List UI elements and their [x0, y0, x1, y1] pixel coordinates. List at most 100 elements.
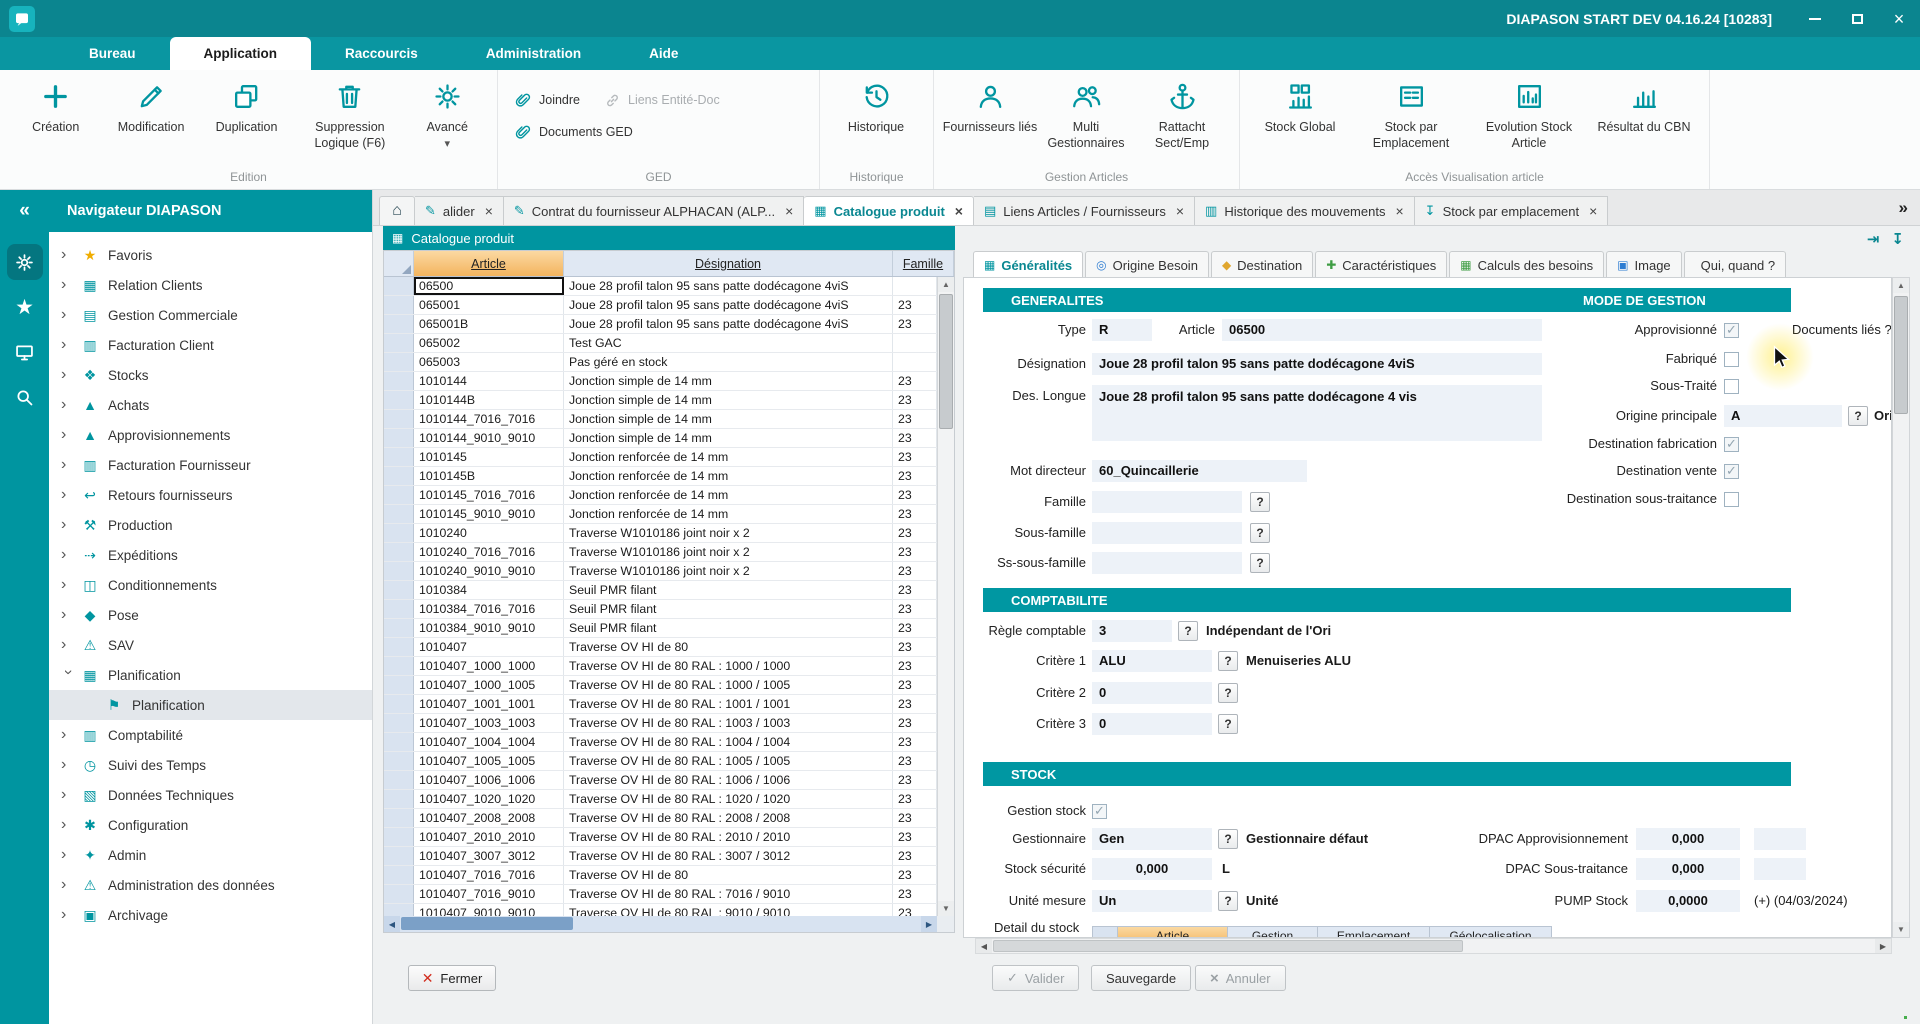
designation-cell[interactable]: Traverse OV HI de 80 RAL : 1003 / 1003 — [564, 714, 893, 732]
designation-cell[interactable]: Traverse OV HI de 80 RAL : 2010 / 2010 — [564, 828, 893, 846]
duplication-button[interactable]: Duplication — [199, 74, 294, 162]
article-cell[interactable]: 1010144_7016_7016 — [414, 410, 564, 428]
article-cell[interactable]: 06500 — [414, 277, 564, 295]
scrollbar-thumb[interactable] — [939, 294, 953, 429]
famille-cell[interactable] — [893, 353, 937, 371]
rail-settings-button[interactable] — [7, 244, 43, 280]
resultat-cbn-button[interactable]: Résultat du CBN — [1588, 74, 1700, 162]
designation-cell[interactable]: Jonction renforcée de 14 mm — [564, 448, 893, 466]
creation-button[interactable]: Création — [8, 74, 103, 162]
article-cell[interactable]: 1010240_9010_9010 — [414, 562, 564, 580]
row-selector-cell[interactable] — [384, 391, 414, 409]
sous-famille-lookup-button[interactable]: ? — [1250, 523, 1270, 543]
table-row[interactable]: 1010407_1003_1003 Traverse OV HI de 80 R… — [384, 714, 937, 733]
scroll-left-arrow[interactable] — [384, 916, 400, 932]
historique-button[interactable]: Historique — [828, 74, 924, 162]
article-cell[interactable]: 1010407_2008_2008 — [414, 809, 564, 827]
row-selector-cell[interactable] — [384, 467, 414, 485]
famille-cell[interactable]: 23 — [893, 809, 937, 827]
designation-cell[interactable]: Traverse W1010186 joint noir x 2 — [564, 524, 893, 542]
table-row[interactable]: 1010384_7016_7016 Seuil PMR filant 23 — [384, 600, 937, 619]
row-selector-cell[interactable] — [384, 828, 414, 846]
table-row[interactable]: 065001 Joue 28 profil talon 95 sans patt… — [384, 296, 937, 315]
designation-cell[interactable]: Seuil PMR filant — [564, 619, 893, 637]
famille-cell[interactable]: 23 — [893, 866, 937, 884]
designation-cell[interactable]: Traverse W1010186 joint noir x 2 — [564, 543, 893, 561]
famille-cell[interactable]: 23 — [893, 448, 937, 466]
row-selector-cell[interactable] — [384, 486, 414, 504]
designation-cell[interactable]: Jonction simple de 14 mm — [564, 391, 893, 409]
suppression-button[interactable]: Suppression Logique (F6) — [294, 74, 405, 162]
row-selector-cell[interactable] — [384, 771, 414, 789]
article-cell[interactable]: 1010145B — [414, 467, 564, 485]
designation-cell[interactable]: Jonction simple de 14 mm — [564, 429, 893, 447]
chevron-right-icon[interactable] — [60, 670, 76, 684]
gestionnaire-lookup-button[interactable]: ? — [1218, 829, 1238, 849]
famille-cell[interactable] — [893, 277, 937, 295]
column-header-article[interactable]: Article — [414, 251, 564, 276]
origine-lookup-button[interactable]: ? — [1848, 406, 1868, 426]
article-cell[interactable]: 065002 — [414, 334, 564, 352]
designation-cell[interactable]: Joue 28 profil talon 95 sans patte dodéc… — [564, 296, 893, 314]
stock-detail-header-article[interactable]: Article — [1118, 926, 1228, 938]
row-selector-cell[interactable] — [384, 866, 414, 884]
sidebar-item[interactable]: ▥ Facturation Fournisseur — [49, 450, 372, 480]
scrollbar-thumb[interactable] — [401, 917, 573, 930]
designation-cell[interactable]: Traverse OV HI de 80 RAL : 1001 / 1001 — [564, 695, 893, 713]
chevron-right-icon[interactable] — [61, 367, 75, 383]
sidebar-item[interactable]: ⚠ SAV — [49, 630, 372, 660]
chevron-right-icon[interactable] — [61, 307, 75, 323]
table-row[interactable]: 1010407_1000_1000 Traverse OV HI de 80 R… — [384, 657, 937, 676]
chevron-right-icon[interactable] — [61, 757, 75, 773]
table-row[interactable]: 1010407_1000_1005 Traverse OV HI de 80 R… — [384, 676, 937, 695]
table-row[interactable]: 1010145_9010_9010 Jonction renforcée de … — [384, 505, 937, 524]
sidebar-item[interactable]: ▥ Facturation Client — [49, 330, 372, 360]
destination-sous-traitance-checkbox[interactable] — [1724, 492, 1739, 507]
famille-cell[interactable]: 23 — [893, 714, 937, 732]
scrollbar-thumb[interactable] — [1894, 296, 1908, 414]
row-selector-cell[interactable] — [384, 619, 414, 637]
row-selector-cell[interactable] — [384, 505, 414, 523]
famille-cell[interactable]: 23 — [893, 752, 937, 770]
famille-cell[interactable]: 23 — [893, 562, 937, 580]
table-row[interactable]: 1010407_1005_1005 Traverse OV HI de 80 R… — [384, 752, 937, 771]
row-selector-cell[interactable] — [384, 638, 414, 656]
row-selector-cell[interactable] — [384, 904, 414, 916]
article-cell[interactable]: 1010407_3007_3012 — [414, 847, 564, 865]
destination-fabrication-checkbox[interactable] — [1724, 437, 1739, 452]
minimize-button[interactable] — [1794, 0, 1836, 37]
fournisseurs-lies-button[interactable]: Fournisseurs liés — [942, 74, 1038, 162]
sidebar-item[interactable]: ★ Favoris — [49, 240, 372, 270]
designation-cell[interactable]: Joue 28 profil talon 95 sans patte dodéc… — [564, 315, 893, 333]
stock-detail-header-emplacement[interactable]: Emplacement — [1318, 926, 1430, 938]
chevron-right-icon[interactable] — [61, 607, 75, 623]
ss-sous-famille-field[interactable] — [1092, 552, 1242, 574]
table-row[interactable]: 1010407 Traverse OV HI de 80 23 — [384, 638, 937, 657]
critere2-lookup-button[interactable]: ? — [1218, 683, 1238, 703]
chevron-right-icon[interactable] — [61, 817, 75, 833]
sidebar-item[interactable]: ▲ Approvisionnements — [49, 420, 372, 450]
document-tab[interactable]: ▦ Catalogue produit — [804, 196, 974, 225]
scroll-down-arrow[interactable] — [938, 901, 954, 916]
table-row[interactable]: 1010407_7016_7016 Traverse OV HI de 80 2… — [384, 866, 937, 885]
pin-panel-icon[interactable]: ⇥ — [1867, 230, 1880, 248]
rail-desktop-button[interactable] — [7, 334, 43, 370]
table-row[interactable]: 065002 Test GAC — [384, 334, 937, 353]
scroll-left-arrow[interactable] — [976, 939, 992, 953]
row-selector-cell[interactable] — [384, 847, 414, 865]
famille-cell[interactable]: 23 — [893, 505, 937, 523]
tab-overflow-chevron[interactable]: » — [1899, 198, 1908, 218]
resize-grip[interactable] — [1904, 1008, 1916, 1020]
famille-cell[interactable] — [893, 334, 937, 352]
designation-cell[interactable]: Traverse OV HI de 80 RAL : 1004 / 1004 — [564, 733, 893, 751]
designation-cell[interactable]: Traverse W1010186 joint noir x 2 — [564, 562, 893, 580]
detail-horizontal-scrollbar[interactable] — [975, 938, 1892, 954]
sidebar-item[interactable]: ▥ Comptabilité — [49, 720, 372, 750]
column-header-designation[interactable]: Désignation — [564, 251, 893, 276]
row-selector-cell[interactable] — [384, 562, 414, 580]
collapse-sidebar-button[interactable]: « — [0, 190, 49, 232]
sidebar-item[interactable]: ↩ Retours fournisseurs — [49, 480, 372, 510]
row-selector-cell[interactable] — [384, 410, 414, 428]
sous-traite-checkbox[interactable] — [1724, 379, 1739, 394]
designation-cell[interactable]: Traverse OV HI de 80 — [564, 638, 893, 656]
